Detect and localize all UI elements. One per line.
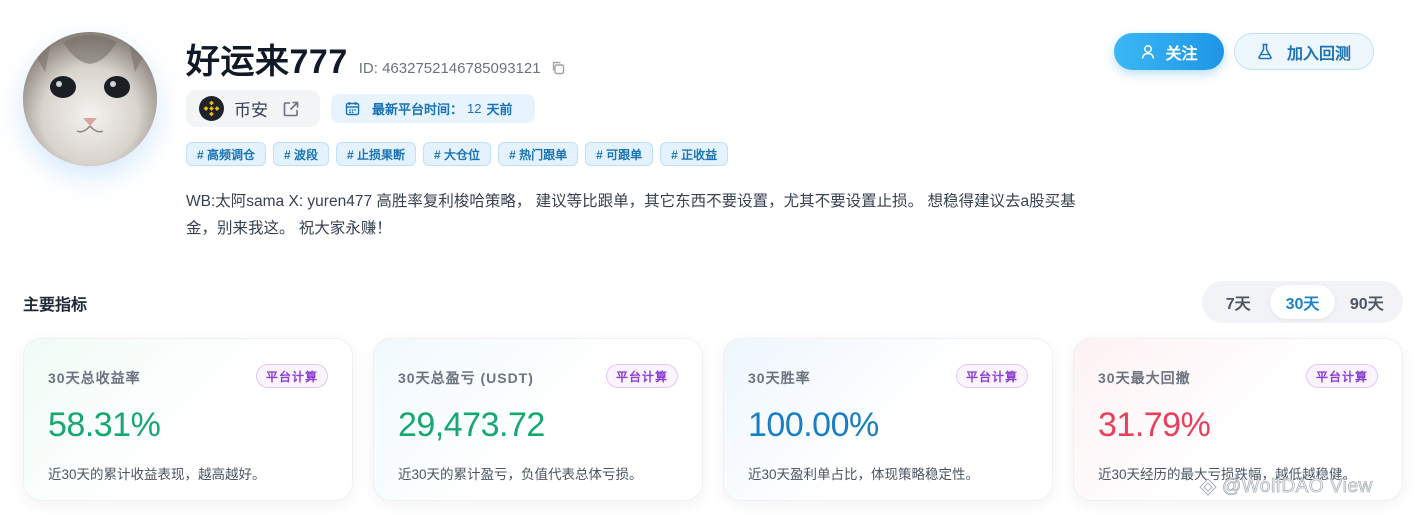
trader-name: 好运来777 bbox=[186, 43, 348, 81]
trader-id: ID: 4632752146785093121 bbox=[358, 60, 541, 77]
watermark-text: @WolfDAO View bbox=[1222, 476, 1373, 498]
metric-note: 近30天的累计盈亏，负值代表总体亏损。 bbox=[398, 467, 643, 482]
tag-item[interactable]: # 止损果断 bbox=[336, 142, 417, 166]
tag-item[interactable]: # 高频调仓 bbox=[186, 142, 267, 166]
last-active-value: 12 bbox=[467, 101, 482, 116]
metric-value: 58.31% bbox=[48, 406, 161, 444]
watermark-logo-icon bbox=[1199, 478, 1217, 496]
flask-icon bbox=[1258, 43, 1272, 60]
metrics-title: 主要指标 bbox=[23, 297, 88, 314]
tag-item[interactable]: # 大仓位 bbox=[423, 142, 492, 166]
external-link-icon bbox=[282, 100, 300, 118]
watermark: @WolfDAO View bbox=[1198, 476, 1373, 498]
metric-cards: 30天总收益率 平台计算 58.31% 近30天的累计收益表现，越高越好。 30… bbox=[23, 338, 1403, 501]
add-backtest-button[interactable]: 加入回测 bbox=[1234, 33, 1374, 70]
exchange-link[interactable]: 币安 bbox=[186, 90, 320, 127]
cat-avatar-image bbox=[23, 32, 157, 166]
period-30d-button[interactable]: 30天 bbox=[1270, 285, 1335, 319]
platform-calc-badge: 平台计算 bbox=[1305, 364, 1378, 388]
backtest-label: 加入回测 bbox=[1286, 45, 1351, 63]
exchange-name: 币安 bbox=[234, 101, 268, 120]
metric-card-total-pnl: 30天总盈亏 (USDT) 平台计算 29,473.72 近30天的累计盈亏，负… bbox=[373, 338, 703, 501]
user-icon bbox=[1142, 44, 1155, 59]
calendar-icon bbox=[345, 101, 360, 116]
period-7d-button[interactable]: 7天 bbox=[1206, 285, 1270, 319]
platform-calc-badge: 平台计算 bbox=[605, 364, 678, 388]
metric-value: 31.79% bbox=[1098, 406, 1211, 444]
follow-label: 关注 bbox=[1165, 45, 1198, 63]
metric-card-total-return: 30天总收益率 平台计算 58.31% 近30天的累计收益表现，越高越好。 bbox=[23, 338, 353, 501]
copy-icon[interactable] bbox=[551, 61, 565, 75]
metric-note: 近30天盈利单占比，体现策略稳定性。 bbox=[748, 467, 980, 482]
tag-item[interactable]: # 波段 bbox=[273, 142, 330, 166]
follow-button[interactable]: 关注 bbox=[1114, 33, 1224, 70]
trader-description: WB:太阿sama X: yuren477 高胜率复利梭哈策略， 建议等比跟单，… bbox=[186, 193, 1076, 237]
metric-note: 近30天的累计收益表现，越高越好。 bbox=[48, 467, 266, 482]
avatar bbox=[23, 32, 157, 166]
last-active-badge: 最新平台时间： 12 天前 bbox=[331, 94, 535, 123]
period-switch: 7天 30天 90天 bbox=[1202, 281, 1403, 323]
platform-calc-badge: 平台计算 bbox=[255, 364, 328, 388]
metric-value: 100.00% bbox=[748, 406, 879, 444]
period-90d-button[interactable]: 90天 bbox=[1335, 285, 1399, 319]
platform-calc-badge: 平台计算 bbox=[955, 364, 1028, 388]
binance-logo-icon bbox=[199, 96, 224, 121]
tag-item[interactable]: # 正收益 bbox=[660, 142, 729, 166]
metric-card-win-rate: 30天胜率 平台计算 100.00% 近30天盈利单占比，体现策略稳定性。 bbox=[723, 338, 1053, 501]
last-active-unit: 天前 bbox=[486, 102, 513, 117]
tag-list: # 高频调仓 # 波段 # 止损果断 # 大仓位 # 热门跟单 # 可跟单 # … bbox=[186, 142, 729, 166]
tag-item[interactable]: # 可跟单 bbox=[585, 142, 654, 166]
last-active-label: 最新平台时间： bbox=[372, 102, 464, 117]
profile-header: 好运来777 ID: 4632752146785093121 bbox=[186, 34, 565, 83]
tag-item[interactable]: # 热门跟单 bbox=[498, 142, 579, 166]
metric-value: 29,473.72 bbox=[398, 406, 545, 444]
